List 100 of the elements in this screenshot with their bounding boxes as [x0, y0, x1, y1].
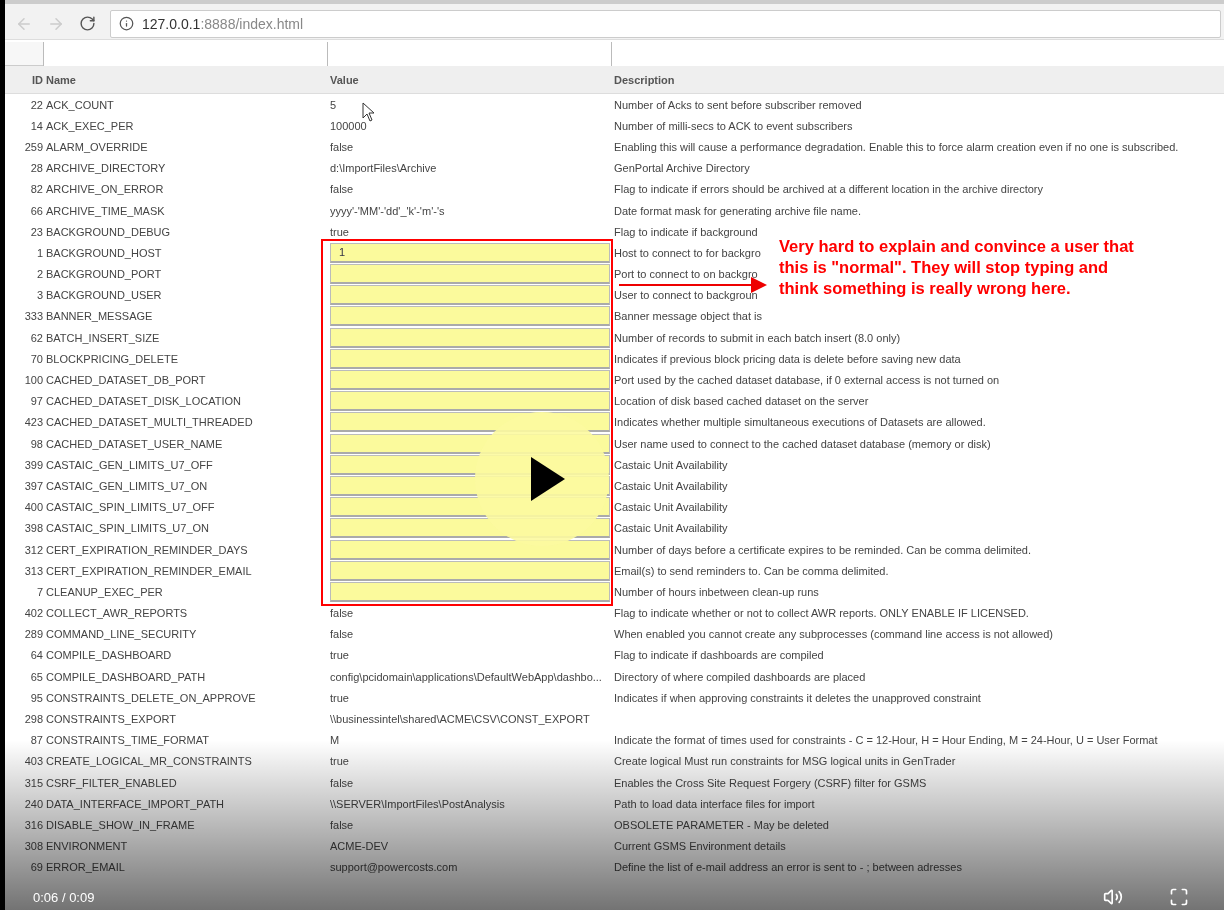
- info-icon: [119, 16, 134, 31]
- description-cell-text: Number of days before a certificate expires to be reminded. Can be comma delimited.: [613, 543, 1031, 556]
- name-cell-text: CACHED_DATASET_DISK_LOCATION: [45, 395, 241, 408]
- filter-field[interactable]: [327, 42, 611, 66]
- id-cell: 3: [36, 289, 43, 302]
- fullscreen-button[interactable]: [1169, 887, 1189, 907]
- description-cell-text: Email(s) to send reminders to. Can be comma delimited.: [613, 564, 889, 577]
- value-cell-text: ACME-DEV: [329, 840, 389, 853]
- value-cell-text: false: [329, 140, 354, 153]
- reload-button[interactable]: [79, 15, 96, 32]
- name-cell-text: CERT_EXPIRATION_REMINDER_DAYS: [45, 543, 248, 556]
- name-cell-text: ENVIRONMENT: [45, 840, 128, 853]
- value-cell-text: support@powercosts.com: [329, 861, 458, 874]
- value-input[interactable]: [330, 391, 610, 412]
- id-cell: 70: [30, 352, 43, 365]
- description-cell-text: Define the list of e-mail address an error is sent to - ; between adresses: [613, 861, 962, 874]
- value-cell-text: config\pcidomain\applications\DefaultWebApp\dashbo...: [329, 670, 602, 683]
- filter-field[interactable]: [611, 42, 1224, 66]
- name-cell-text: CLEANUP_EXEC_PER: [45, 585, 163, 598]
- description-cell-text: Castaic Unit Availability: [613, 479, 728, 492]
- id-cell: 308: [24, 840, 43, 853]
- id-cell: 7: [36, 585, 43, 598]
- value-cell-text: true: [329, 225, 349, 238]
- value-input[interactable]: [330, 370, 610, 391]
- id-cell: 316: [24, 818, 43, 831]
- column-header[interactable]: Name: [43, 73, 327, 86]
- value-cell-text: 100000: [329, 119, 367, 132]
- address-bar[interactable]: 127.0.0.1:8888/index.html: [110, 9, 1221, 38]
- name-cell-text: CASTAIC_GEN_LIMITS_U7_ON: [45, 479, 208, 492]
- name-cell-text: CASTAIC_SPIN_LIMITS_U7_OFF: [45, 501, 215, 514]
- name-cell-text: COMPILE_DASHBOARD_PATH: [45, 670, 206, 683]
- value-input[interactable]: [330, 264, 610, 285]
- id-cell: 23: [30, 225, 43, 238]
- description-cell-text: Directory of where compiled dashboards are placed: [613, 670, 866, 683]
- description-cell-text: Current GSMS Environment details: [613, 840, 786, 853]
- id-cell: 14: [30, 119, 43, 132]
- description-cell-text: Indicate the format of times used for constraints - C = 12-Hour, H = Hour Ending, M = 24-Hour, U = User Format: [613, 734, 1158, 747]
- name-cell-text: CONSTRAINTS_DELETE_ON_APPROVE: [45, 691, 256, 704]
- name-cell-text: CASTAIC_GEN_LIMITS_U7_OFF: [45, 458, 213, 471]
- name-cell-text: BACKGROUND_USER: [45, 289, 162, 302]
- column-header[interactable]: Value: [327, 73, 611, 86]
- name-cell-text: CASTAIC_SPIN_LIMITS_U7_ON: [45, 522, 209, 535]
- volume-button[interactable]: [1103, 887, 1123, 907]
- name-cell-text: DISABLE_SHOW_IN_FRAME: [45, 818, 195, 831]
- value-input[interactable]: [330, 327, 610, 348]
- id-cell: 315: [24, 776, 43, 789]
- name-cell-text: COLLECT_AWR_REPORTS: [45, 607, 188, 620]
- value-cell-text: yyyy'-'MM'-'dd'_'k'-'m'-'s: [329, 204, 445, 217]
- value-cell-text: false: [329, 183, 354, 196]
- column-header[interactable]: ID: [5, 73, 43, 86]
- name-cell-text: COMPILE_DASHBOARD: [45, 649, 172, 662]
- description-cell-text: Path to load data interface files for import: [613, 797, 815, 810]
- description-cell-text: User name used to connect to the cached dataset database (memory or disk): [613, 437, 991, 450]
- id-cell: 22: [30, 98, 43, 111]
- description-cell-text: Date format mask for generating archive file name.: [613, 204, 861, 217]
- id-cell: 69: [30, 861, 43, 874]
- description-cell-text: Flag to indicate if errors should be archived at a different location in the archive directory: [613, 183, 1044, 196]
- value-cell-text: M: [329, 734, 340, 747]
- filter-field[interactable]: [43, 42, 327, 66]
- name-cell-text: CERT_EXPIRATION_REMINDER_EMAIL: [45, 564, 252, 577]
- name-cell-text: CONSTRAINTS_TIME_FORMAT: [45, 734, 209, 747]
- description-cell-text: Port to connect to on backgro: [613, 268, 758, 281]
- description-cell-text: Castaic Unit Availability: [613, 458, 728, 471]
- id-cell: 397: [24, 479, 43, 492]
- id-cell: 28: [30, 162, 43, 175]
- name-cell-text: ERROR_EMAIL: [45, 861, 125, 874]
- value-cell-text: false: [329, 776, 354, 789]
- value-input[interactable]: [330, 285, 610, 306]
- id-cell: 298: [24, 713, 43, 726]
- description-cell-text: GenPortal Archive Directory: [613, 162, 750, 175]
- name-cell-text: CACHED_DATASET_USER_NAME: [45, 437, 223, 450]
- id-cell: 289: [24, 628, 43, 641]
- id-cell: 423: [24, 416, 43, 429]
- value-input[interactable]: [330, 306, 610, 327]
- value-input[interactable]: [330, 348, 610, 369]
- cursor-icon: [362, 102, 376, 122]
- id-cell: 313: [24, 564, 43, 577]
- name-cell-text: BACKGROUND_HOST: [45, 246, 162, 259]
- id-cell: 333: [24, 310, 43, 323]
- value-input[interactable]: [330, 560, 610, 581]
- value-input[interactable]: [330, 539, 610, 560]
- name-cell-text: ACK_COUNT: [45, 98, 114, 111]
- description-cell-text: Port used by the cached dataset database, if 0 external access is not turned on: [613, 374, 1000, 387]
- name-cell-text: ARCHIVE_TIME_MASK: [45, 204, 165, 217]
- id-cell: 95: [30, 691, 43, 704]
- id-cell: 312: [24, 543, 43, 556]
- value-input[interactable]: 1: [330, 242, 610, 263]
- value-cell-text: false: [329, 607, 354, 620]
- name-cell-text: BATCH_INSERT_SIZE: [45, 331, 160, 344]
- id-cell: 65: [30, 670, 43, 683]
- column-header[interactable]: Description: [611, 73, 1224, 86]
- name-cell-text: CSRF_FILTER_ENABLED: [45, 776, 177, 789]
- name-cell-text: BACKGROUND_DEBUG: [45, 225, 171, 238]
- description-cell-text: Host to connect to for backgro: [613, 246, 761, 259]
- value-cell-text: true: [329, 755, 349, 768]
- play-icon: [531, 457, 565, 501]
- name-cell-text: CACHED_DATASET_MULTI_THREADED: [45, 416, 253, 429]
- id-cell: 403: [24, 755, 43, 768]
- value-input[interactable]: [330, 581, 610, 602]
- id-cell: 1: [36, 246, 43, 259]
